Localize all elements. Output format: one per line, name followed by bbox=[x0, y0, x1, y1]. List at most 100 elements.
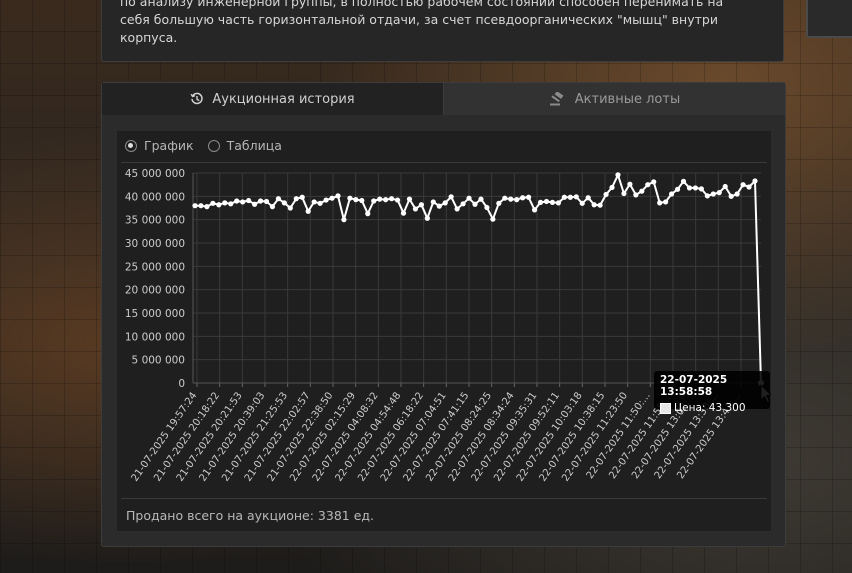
data-point bbox=[555, 200, 562, 206]
data-point bbox=[341, 217, 347, 223]
data-point bbox=[329, 195, 335, 201]
tooltip-swatch bbox=[660, 402, 671, 414]
data-point bbox=[526, 194, 532, 200]
data-point bbox=[388, 196, 395, 202]
data-point bbox=[394, 197, 401, 203]
data-point bbox=[686, 185, 693, 191]
tooltip-row: Цена: 43 300 bbox=[660, 402, 764, 414]
y-tick-label: 30 000 000 bbox=[125, 238, 185, 250]
item-description-panel: по анализу инженерной группы, в полность… bbox=[101, 0, 784, 62]
data-point bbox=[520, 195, 526, 201]
data-point bbox=[710, 191, 716, 197]
tab-auction-history[interactable]: Аукционная история bbox=[102, 83, 444, 115]
data-point bbox=[698, 186, 704, 192]
data-point bbox=[359, 197, 365, 204]
data-point bbox=[508, 196, 514, 202]
data-point bbox=[198, 203, 204, 209]
y-tick-label: 35 000 000 bbox=[125, 215, 185, 227]
data-point bbox=[722, 183, 728, 190]
total-sold-text: Продано всего на аукционе: 3381 ед. bbox=[126, 508, 375, 523]
data-point bbox=[305, 208, 311, 214]
data-point bbox=[740, 182, 746, 188]
data-point bbox=[597, 202, 603, 208]
data-point bbox=[240, 199, 246, 205]
data-point bbox=[716, 190, 722, 196]
tooltip-title: 22-07-2025 13:58:58 bbox=[660, 374, 728, 398]
tab-label: Активные лоты bbox=[574, 91, 681, 107]
y-tick-label: 45 000 000 bbox=[125, 169, 185, 180]
divider bbox=[121, 498, 767, 499]
data-point bbox=[371, 198, 377, 204]
data-point bbox=[287, 205, 293, 211]
radio-dot bbox=[207, 139, 220, 152]
data-point bbox=[347, 195, 353, 201]
y-tick-label: 15 000 000 bbox=[125, 308, 185, 320]
data-point bbox=[567, 194, 573, 200]
data-point bbox=[275, 196, 282, 202]
data-point bbox=[442, 200, 448, 206]
data-point bbox=[579, 200, 585, 206]
gavel-icon bbox=[549, 92, 567, 106]
data-point bbox=[663, 199, 669, 205]
data-point bbox=[651, 179, 657, 185]
description-line: себя большую часть горизонтальной отдачи… bbox=[120, 12, 718, 27]
data-point bbox=[323, 197, 329, 203]
data-point bbox=[490, 216, 496, 222]
y-tick-label: 0 bbox=[178, 378, 185, 390]
data-point bbox=[281, 200, 287, 206]
data-point bbox=[746, 184, 752, 190]
radio-table[interactable]: Таблица bbox=[207, 138, 282, 153]
data-point bbox=[269, 204, 276, 210]
data-point bbox=[657, 200, 663, 206]
data-point bbox=[263, 198, 270, 205]
tab-label: Аукционная история bbox=[212, 91, 355, 107]
data-point bbox=[299, 194, 305, 200]
data-point bbox=[293, 196, 299, 202]
data-point bbox=[585, 195, 591, 201]
tab-bar: Аукционная история Активные лоты bbox=[102, 83, 785, 115]
data-point bbox=[531, 207, 538, 213]
data-point bbox=[383, 197, 389, 203]
data-point bbox=[251, 201, 258, 207]
radio-dot-selected bbox=[125, 139, 137, 152]
data-point bbox=[353, 197, 359, 203]
data-point bbox=[549, 199, 556, 205]
data-point bbox=[377, 196, 383, 202]
data-point bbox=[412, 206, 419, 212]
y-tick-label: 25 000 000 bbox=[125, 261, 185, 273]
tooltip-value: Цена: 43 300 bbox=[674, 402, 746, 414]
data-point bbox=[561, 194, 567, 200]
data-point bbox=[210, 200, 216, 206]
data-point bbox=[335, 193, 341, 199]
tab-active-lots[interactable]: Активные лоты bbox=[444, 83, 785, 115]
data-point bbox=[537, 199, 544, 205]
data-point bbox=[460, 201, 466, 207]
data-point bbox=[424, 215, 430, 221]
data-point bbox=[734, 191, 740, 197]
radio-label: График bbox=[144, 138, 194, 153]
history-content: График Таблица 45 000 000 40 000 000 35 00… bbox=[117, 131, 771, 531]
auction-panel: Аукционная история Активные лоты График … bbox=[101, 82, 786, 547]
item-description: по анализу инженерной группы, в полность… bbox=[120, 0, 765, 47]
data-point bbox=[365, 211, 371, 217]
radio-graph[interactable]: График bbox=[125, 138, 194, 153]
divider bbox=[121, 162, 767, 163]
description-line: по анализу инженерной группы, в полность… bbox=[120, 0, 724, 9]
price-history-chart: 45 000 000 40 000 000 35 000 000 30 000 000… bbox=[125, 169, 771, 484]
data-point bbox=[621, 190, 627, 197]
y-tick-label: 5 000 000 bbox=[132, 355, 185, 367]
data-point bbox=[692, 185, 699, 191]
data-point bbox=[639, 188, 645, 194]
data-point bbox=[728, 193, 734, 199]
data-point bbox=[609, 184, 615, 191]
data-point bbox=[645, 182, 651, 188]
data-point bbox=[216, 202, 222, 208]
data-point bbox=[234, 198, 240, 204]
data-point bbox=[484, 204, 490, 211]
y-tick-label: 40 000 000 bbox=[125, 191, 185, 203]
data-point bbox=[257, 198, 264, 204]
data-point bbox=[680, 178, 687, 184]
data-point bbox=[472, 201, 478, 207]
data-point bbox=[418, 202, 424, 208]
chart-tooltip: 22-07-2025 13:58:58 Цена: 43 300 bbox=[654, 371, 770, 414]
